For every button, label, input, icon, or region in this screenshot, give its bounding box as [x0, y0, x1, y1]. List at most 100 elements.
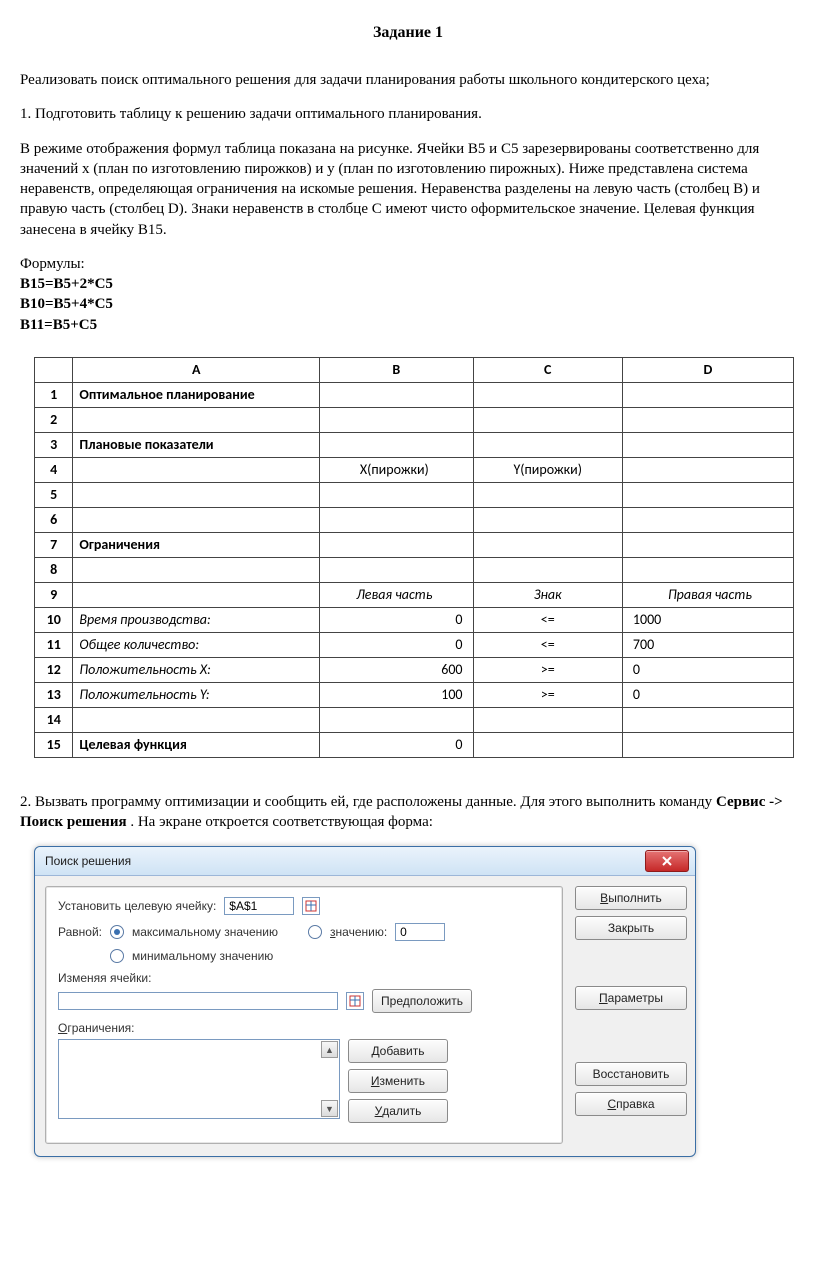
- corner-cell: [35, 357, 73, 382]
- cell-A: Положительность X:: [73, 657, 320, 682]
- cell-A: [73, 557, 320, 582]
- row-number: 15: [35, 732, 73, 757]
- cell-A: [73, 582, 320, 607]
- cell-D: 0: [622, 657, 793, 682]
- dialog-titlebar: Поиск решения: [35, 847, 695, 876]
- cell-C: >=: [473, 657, 622, 682]
- cell-A: [73, 707, 320, 732]
- cell-B: [320, 532, 473, 557]
- cell-B: 100: [320, 682, 473, 707]
- table-row: 10Время производства:0<=1000: [35, 607, 794, 632]
- row-number: 1: [35, 382, 73, 407]
- table-row: 7Ограничения: [35, 532, 794, 557]
- cell-B: [320, 482, 473, 507]
- row-number: 5: [35, 482, 73, 507]
- target-cell-input[interactable]: $A$1: [224, 897, 294, 915]
- cell-B: 0: [320, 732, 473, 757]
- table-row: 2: [35, 407, 794, 432]
- radio-value[interactable]: [308, 925, 322, 939]
- ref-picker-target[interactable]: [302, 897, 320, 915]
- row-number: 8: [35, 557, 73, 582]
- dialog-title: Поиск решения: [45, 854, 645, 868]
- cell-B: [320, 557, 473, 582]
- table-row: 4X(пирожки)Y(пирожки): [35, 457, 794, 482]
- params-button[interactable]: Параметры: [575, 986, 687, 1010]
- run-button[interactable]: Выполнить: [575, 886, 687, 910]
- table-row: 5: [35, 482, 794, 507]
- table-row: 6: [35, 507, 794, 532]
- help-button[interactable]: Справка: [575, 1092, 687, 1116]
- cell-D: 0: [622, 682, 793, 707]
- table-row: 8: [35, 557, 794, 582]
- step2-text: 2. Вызвать программу оптимизации и сообщ…: [20, 792, 796, 833]
- intro-text: Реализовать поиск оптимального решения д…: [20, 70, 796, 90]
- cell-C: Знак: [473, 582, 622, 607]
- page-title: Задание 1: [20, 24, 796, 42]
- row-number: 6: [35, 507, 73, 532]
- restore-button[interactable]: Восстановить: [575, 1062, 687, 1086]
- cell-C: >=: [473, 682, 622, 707]
- add-button[interactable]: Добавить: [348, 1039, 448, 1063]
- radio-value-label: значению:: [330, 925, 387, 939]
- formula-1: B15=B5+2*C5: [20, 274, 796, 294]
- cell-D: [622, 557, 793, 582]
- table-row: 13Положительность Y:100>=0: [35, 682, 794, 707]
- step2-c: . На экране откроется соответствующая фо…: [130, 814, 433, 830]
- cell-C: [473, 482, 622, 507]
- table-row: 1Оптимальное планирование: [35, 382, 794, 407]
- cell-D: [622, 482, 793, 507]
- formula-2: B10=B5+4*C5: [20, 294, 796, 314]
- radio-min-label: минимальному значению: [132, 949, 273, 963]
- solver-dialog: Поиск решения Установить целевую ячейку:…: [34, 846, 696, 1157]
- cell-D: 1000: [622, 607, 793, 632]
- cell-D: [622, 432, 793, 457]
- delete-button[interactable]: Удалить: [348, 1099, 448, 1123]
- target-cell-label: Установить целевую ячейку:: [58, 899, 216, 913]
- row-number: 12: [35, 657, 73, 682]
- step1-text: 1. Подготовить таблицу к решению задачи …: [20, 104, 796, 124]
- cell-A: Оптимальное планирование: [73, 382, 320, 407]
- table-row: 12Положительность X:600>=0: [35, 657, 794, 682]
- cell-C: [473, 407, 622, 432]
- cell-C: Y(пирожки): [473, 457, 622, 482]
- radio-max-label: максимальному значению: [132, 925, 278, 939]
- table-row: 11Общее количество:0<=700: [35, 632, 794, 657]
- row-number: 10: [35, 607, 73, 632]
- ref-picker-changing[interactable]: [346, 992, 364, 1010]
- cell-C: [473, 507, 622, 532]
- guess-button[interactable]: Предположить: [372, 989, 472, 1013]
- equal-label: Равной:: [58, 925, 102, 939]
- cell-C: [473, 707, 622, 732]
- constraints-listbox[interactable]: ▲ ▼: [58, 1039, 340, 1119]
- cell-A: Положительность Y:: [73, 682, 320, 707]
- row-number: 7: [35, 532, 73, 557]
- close-button[interactable]: [645, 850, 689, 872]
- changing-cells-input[interactable]: [58, 992, 338, 1010]
- cell-B: [320, 407, 473, 432]
- cell-A: [73, 482, 320, 507]
- value-input[interactable]: 0: [395, 923, 445, 941]
- cell-C: [473, 532, 622, 557]
- cell-D: [622, 507, 793, 532]
- cell-D: [622, 457, 793, 482]
- cell-D: [622, 732, 793, 757]
- cell-B: Левая часть: [320, 582, 473, 607]
- cell-B: [320, 707, 473, 732]
- close-dialog-button[interactable]: Закрыть: [575, 916, 687, 940]
- scroll-down-icon[interactable]: ▼: [321, 1100, 338, 1117]
- cell-A: [73, 457, 320, 482]
- close-icon: [662, 856, 672, 866]
- spreadsheet-table: A B C D 1Оптимальное планирование23Плано…: [34, 357, 794, 758]
- table-row: 15Целевая функция0: [35, 732, 794, 757]
- change-button[interactable]: Изменить: [348, 1069, 448, 1093]
- cell-A: Плановые показатели: [73, 432, 320, 457]
- radio-max[interactable]: [110, 925, 124, 939]
- changing-cells-label: Изменяя ячейки:: [58, 971, 550, 985]
- cell-B: X(пирожки): [320, 457, 473, 482]
- scroll-up-icon[interactable]: ▲: [321, 1041, 338, 1058]
- cell-C: [473, 382, 622, 407]
- radio-min[interactable]: [110, 949, 124, 963]
- col-C: C: [473, 357, 622, 382]
- cell-D: [622, 382, 793, 407]
- cell-B: [320, 507, 473, 532]
